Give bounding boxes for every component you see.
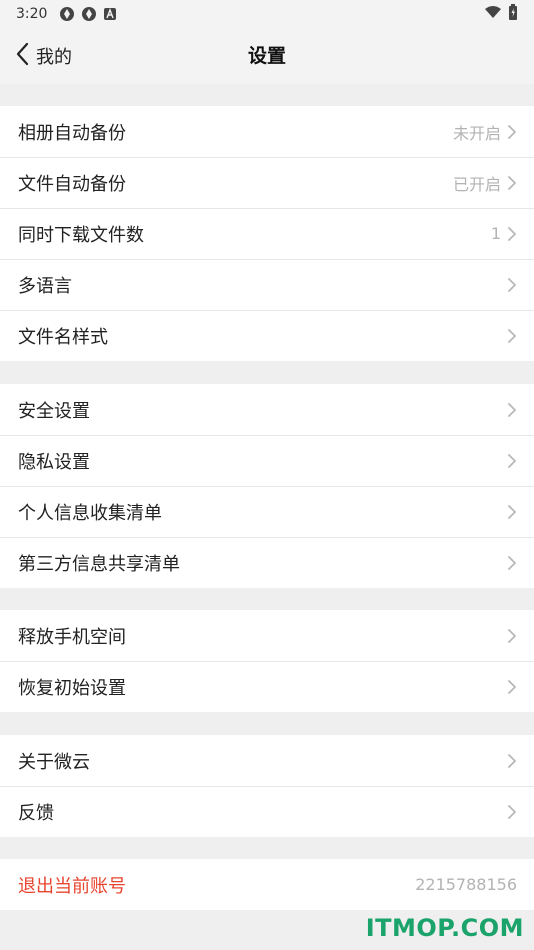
chevron-right-icon — [507, 453, 517, 469]
setting-label: 释放手机空间 — [18, 626, 126, 648]
settings-group-about: 关于微云 反馈 — [0, 735, 534, 837]
logout-label: 退出当前账号 — [18, 875, 126, 897]
back-button[interactable]: 我的 — [16, 28, 72, 84]
app-icon — [81, 6, 97, 22]
status-time: 3:20 — [16, 6, 48, 22]
status-bar: 3:20 — [0, 0, 534, 28]
setting-row-filename-style[interactable]: 文件名样式 — [0, 310, 534, 361]
chevron-right-icon — [507, 753, 517, 769]
setting-label: 同时下载文件数 — [18, 224, 144, 246]
setting-row-about[interactable]: 关于微云 — [0, 735, 534, 786]
setting-row-free-space[interactable]: 释放手机空间 — [0, 610, 534, 661]
chevron-right-icon — [507, 226, 517, 242]
setting-label: 文件名样式 — [18, 326, 108, 348]
chevron-right-icon — [507, 804, 517, 820]
chevron-right-icon — [507, 679, 517, 695]
nav-bar: 我的 设置 — [0, 28, 534, 84]
setting-row-concurrent-downloads[interactable]: 同时下载文件数 1 — [0, 208, 534, 259]
settings-group-storage: 相册自动备份 未开启 文件自动备份 已开启 同时下载文件数 1 多语言 文件名样… — [0, 106, 534, 361]
setting-label: 第三方信息共享清单 — [18, 553, 180, 575]
setting-row-language[interactable]: 多语言 — [0, 259, 534, 310]
setting-label: 反馈 — [18, 802, 54, 824]
wifi-icon — [484, 5, 502, 23]
chevron-right-icon — [507, 328, 517, 344]
settings-group-privacy: 安全设置 隐私设置 个人信息收集清单 第三方信息共享清单 — [0, 384, 534, 588]
app-icon — [59, 6, 75, 22]
setting-label: 隐私设置 — [18, 451, 90, 473]
setting-label: 文件自动备份 — [18, 173, 126, 195]
setting-row-third-party-list[interactable]: 第三方信息共享清单 — [0, 537, 534, 588]
setting-label: 多语言 — [18, 275, 72, 297]
watermark: ITMOP.COM — [365, 914, 524, 942]
settings-group-logout: 退出当前账号 2215788156 — [0, 859, 534, 910]
account-id: 2215788156 — [415, 875, 517, 894]
chevron-right-icon — [507, 504, 517, 520]
setting-label: 关于微云 — [18, 751, 90, 773]
chevron-right-icon — [507, 402, 517, 418]
chevron-right-icon — [507, 175, 517, 191]
setting-row-feedback[interactable]: 反馈 — [0, 786, 534, 837]
setting-label: 相册自动备份 — [18, 122, 126, 144]
setting-row-privacy[interactable]: 隐私设置 — [0, 435, 534, 486]
chevron-right-icon — [507, 628, 517, 644]
setting-value: 未开启 — [452, 123, 501, 143]
setting-label: 安全设置 — [18, 400, 90, 422]
logout-button[interactable]: 退出当前账号 2215788156 — [0, 859, 534, 910]
setting-value: 1 — [490, 224, 501, 243]
setting-row-file-backup[interactable]: 文件自动备份 已开启 — [0, 157, 534, 208]
battery-icon — [508, 4, 518, 24]
setting-row-security[interactable]: 安全设置 — [0, 384, 534, 435]
page-title: 设置 — [247, 45, 286, 67]
setting-row-photo-backup[interactable]: 相册自动备份 未开启 — [0, 106, 534, 157]
chevron-right-icon — [507, 124, 517, 140]
chevron-right-icon — [507, 555, 517, 571]
chevron-left-icon — [16, 42, 30, 70]
a-icon — [103, 7, 117, 21]
back-label: 我的 — [36, 47, 72, 68]
chevron-right-icon — [507, 277, 517, 293]
setting-label: 个人信息收集清单 — [18, 502, 162, 524]
setting-row-personal-info-list[interactable]: 个人信息收集清单 — [0, 486, 534, 537]
setting-row-reset[interactable]: 恢复初始设置 — [0, 661, 534, 712]
setting-label: 恢复初始设置 — [18, 677, 126, 699]
setting-value: 已开启 — [452, 174, 501, 194]
settings-group-device: 释放手机空间 恢复初始设置 — [0, 610, 534, 712]
